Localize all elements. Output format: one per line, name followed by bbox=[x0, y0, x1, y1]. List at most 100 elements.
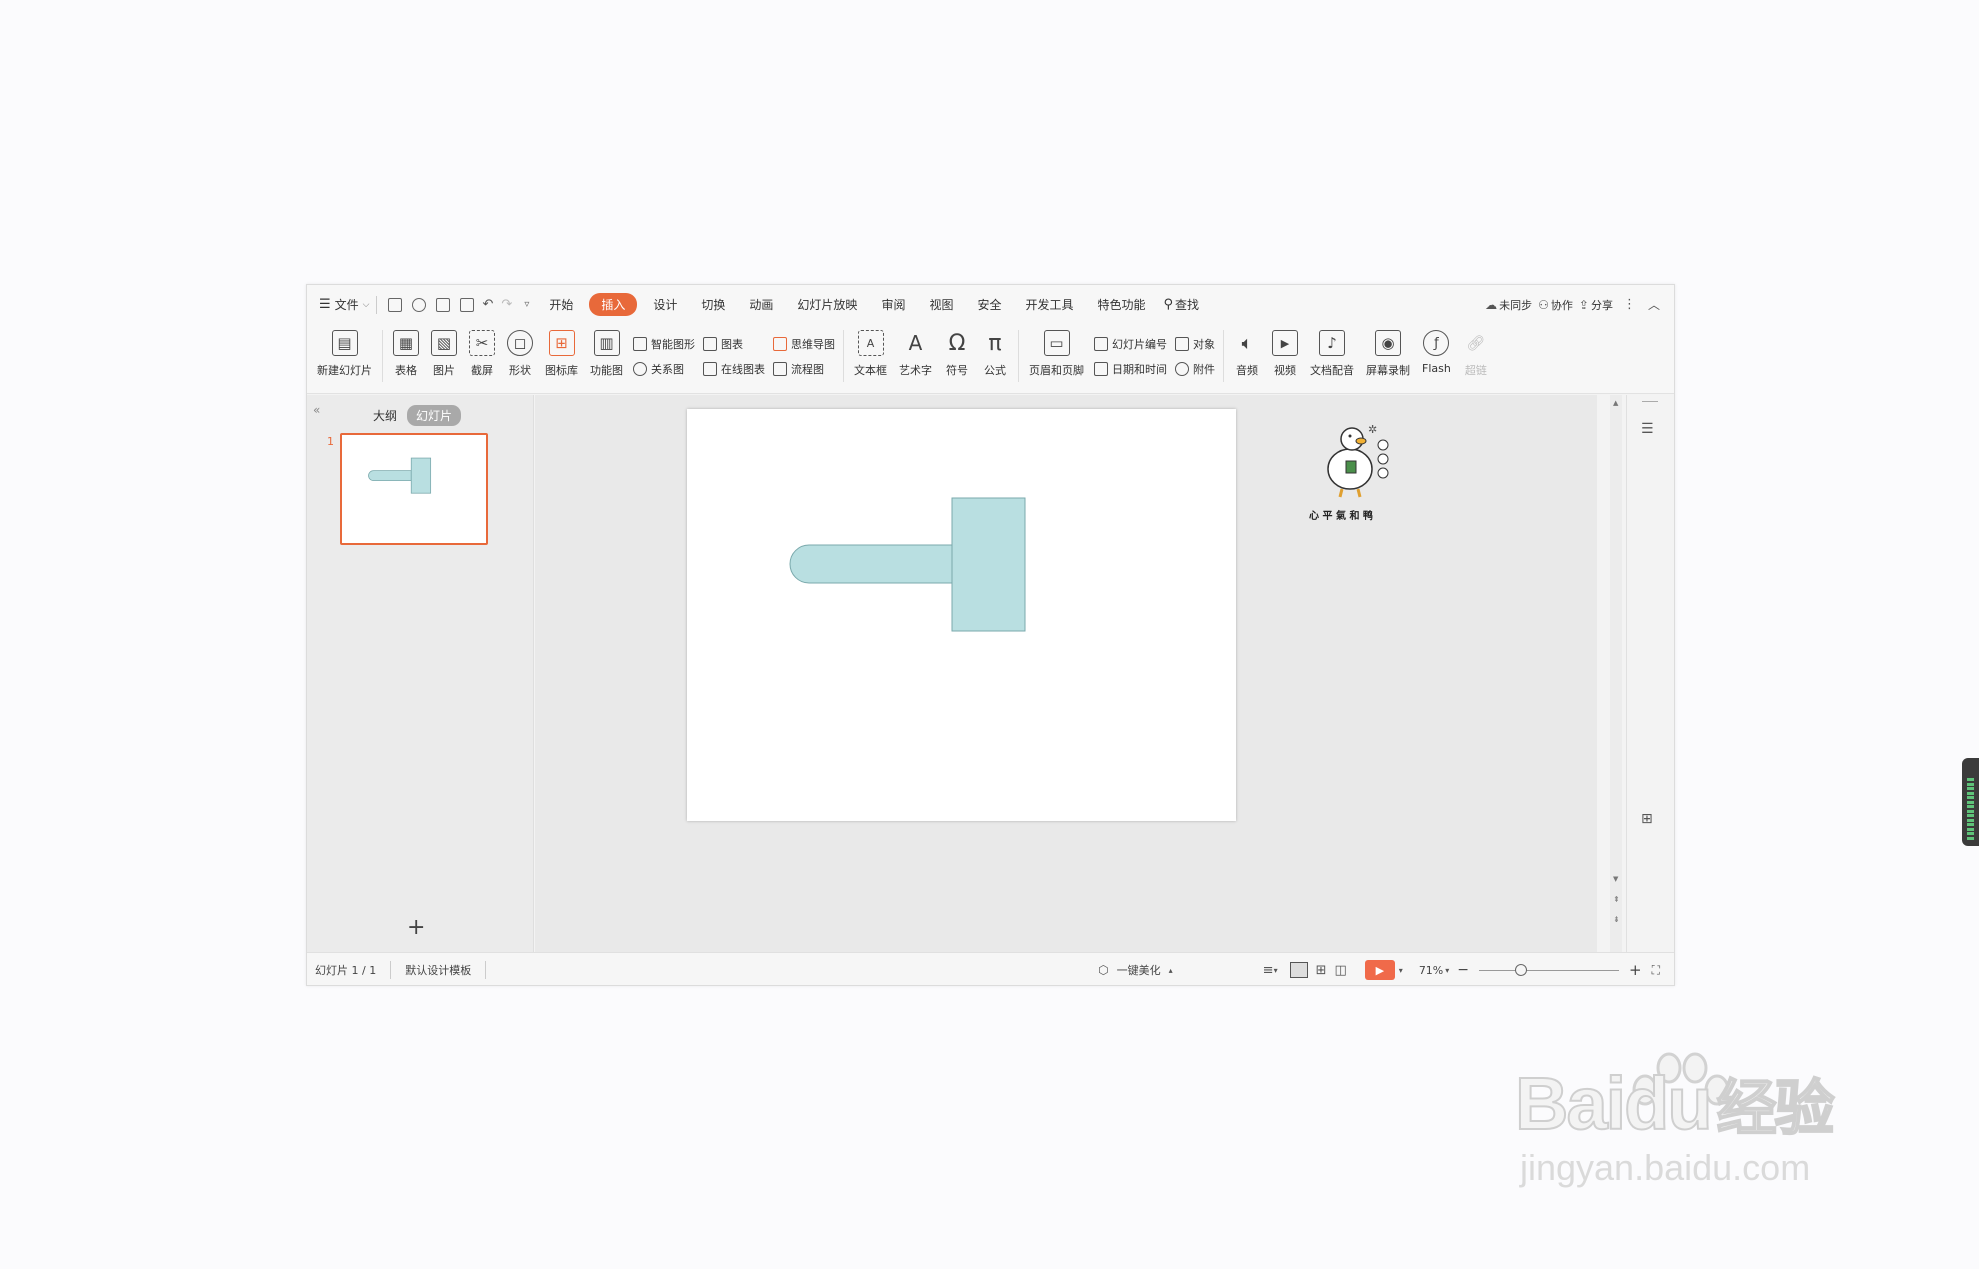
new-slide-button[interactable]: ▤ 新建幻灯片 bbox=[317, 330, 372, 378]
notes-icon[interactable]: ≡ bbox=[1263, 963, 1274, 978]
object-button[interactable]: 对象 bbox=[1175, 336, 1215, 352]
slide-thumbnail[interactable] bbox=[340, 433, 488, 545]
symbol-button[interactable]: Ω 符号 bbox=[944, 330, 970, 378]
attachment-button[interactable]: 附件 bbox=[1175, 361, 1215, 377]
user-icon[interactable]: ⚇ bbox=[1538, 298, 1549, 312]
mindmap-button[interactable]: 思维导图 bbox=[773, 336, 835, 352]
normal-view-icon[interactable] bbox=[1289, 962, 1308, 978]
tab-outline[interactable]: 大纲 bbox=[373, 407, 397, 424]
chevron-down-icon[interactable]: ⌵ bbox=[363, 300, 370, 310]
wordart-button[interactable]: A 艺术字 bbox=[899, 330, 932, 378]
tab-design[interactable]: 设计 bbox=[641, 296, 689, 313]
collapse-pane-icon[interactable]: « bbox=[313, 403, 320, 417]
chevron-down-icon[interactable]: ▾ bbox=[1274, 966, 1278, 975]
edge-widget[interactable] bbox=[1962, 758, 1979, 846]
scroll-down-icon[interactable]: ▼ bbox=[1613, 875, 1618, 883]
header-footer-button[interactable]: ▭ 页眉和页脚 bbox=[1029, 330, 1084, 378]
next-slide-icon[interactable]: ⇟ bbox=[1613, 915, 1620, 924]
slide-count: 幻灯片 1 / 1 bbox=[315, 964, 377, 977]
format-painter-icon[interactable] bbox=[411, 297, 426, 312]
share-button[interactable]: 分享 bbox=[1589, 297, 1623, 313]
tab-transition[interactable]: 切换 bbox=[689, 296, 737, 313]
screenshot-button[interactable]: ✂ 截屏 bbox=[469, 330, 495, 378]
prev-slide-icon[interactable]: ⇞ bbox=[1613, 895, 1620, 904]
tab-insert[interactable]: 插入 bbox=[589, 293, 638, 316]
shape-icon: ◻ bbox=[507, 330, 533, 356]
play-icon[interactable]: ▶ bbox=[1364, 960, 1395, 980]
chevron-down-icon[interactable]: ▾ bbox=[1445, 966, 1449, 975]
zoom-slider-knob[interactable] bbox=[1515, 963, 1528, 976]
formula-button[interactable]: π 公式 bbox=[982, 330, 1008, 378]
print-preview-icon[interactable] bbox=[459, 297, 474, 312]
tab-developer[interactable]: 开发工具 bbox=[1013, 296, 1085, 313]
save-icon[interactable] bbox=[387, 297, 402, 312]
hamburger-icon[interactable]: ☰ bbox=[319, 297, 331, 312]
scroll-up-icon[interactable]: ▲ bbox=[1613, 399, 1618, 407]
search-button[interactable]: 查找 bbox=[1173, 296, 1211, 313]
chevron-down-icon[interactable]: ▾ bbox=[1399, 966, 1403, 975]
icon-library-button[interactable]: ⊞ 图标库 bbox=[545, 330, 578, 378]
tab-animation[interactable]: 动画 bbox=[737, 296, 785, 313]
collab-button[interactable]: 协作 bbox=[1549, 297, 1579, 313]
redo-icon[interactable]: ↷ bbox=[501, 297, 512, 312]
cloud-icon[interactable]: ☁ bbox=[1485, 298, 1497, 312]
screen-record-icon: ◉ bbox=[1375, 330, 1401, 356]
zoom-in-icon[interactable]: + bbox=[1629, 961, 1642, 979]
print-icon[interactable] bbox=[435, 297, 450, 312]
chart-button[interactable]: 图表 bbox=[703, 336, 765, 352]
relation-chart-button[interactable]: 关系图 bbox=[633, 361, 695, 377]
smart-art-label: 智能图形 bbox=[651, 338, 695, 351]
share-icon[interactable]: ⇪ bbox=[1579, 298, 1589, 312]
rectangle-shape[interactable] bbox=[951, 497, 1026, 632]
slide-number-button[interactable]: 幻灯片编号 bbox=[1094, 336, 1167, 352]
tab-slides[interactable]: 幻灯片 bbox=[407, 405, 462, 426]
flash-button[interactable]: ƒ Flash bbox=[1422, 330, 1451, 375]
slide-sorter-icon[interactable]: ⊞ bbox=[1316, 963, 1327, 978]
chevron-up-icon[interactable]: ▴ bbox=[1169, 966, 1173, 975]
vertical-scrollbar[interactable]: ▲ ▼ ⇞ ⇟ bbox=[1610, 395, 1622, 952]
cube-icon[interactable]: ⬡ bbox=[1098, 963, 1108, 977]
table-button[interactable]: ▦ 表格 bbox=[393, 330, 419, 378]
fit-window-icon[interactable]: ⛶ bbox=[1652, 963, 1660, 978]
screenshot-icon: ✂ bbox=[469, 330, 495, 356]
divider bbox=[375, 295, 377, 314]
beautify-button[interactable]: 一键美化 bbox=[1109, 962, 1169, 978]
function-chart-button[interactable]: ▥ 功能图 bbox=[590, 330, 623, 378]
audio-button[interactable]: 🔈︎ 音频 bbox=[1234, 330, 1260, 378]
tab-slideshow[interactable]: 幻灯片放映 bbox=[785, 296, 869, 313]
zoom-slider[interactable] bbox=[1479, 963, 1620, 976]
add-slide-button[interactable]: + bbox=[407, 915, 425, 940]
edge-widget-bar bbox=[1967, 809, 1974, 813]
tab-security[interactable]: 安全 bbox=[965, 296, 1013, 313]
grid-icon[interactable]: ⊞ bbox=[1641, 811, 1653, 827]
zoom-out-icon[interactable]: − bbox=[1457, 962, 1469, 978]
zoom-level[interactable]: 71% bbox=[1417, 964, 1445, 977]
template-name[interactable]: 默认设计模板 bbox=[397, 962, 479, 978]
tab-start[interactable]: 开始 bbox=[537, 296, 585, 313]
reading-view-icon[interactable]: ◫ bbox=[1335, 963, 1347, 978]
tab-view[interactable]: 视图 bbox=[917, 296, 965, 313]
video-button[interactable]: ▶ 视频 bbox=[1272, 330, 1298, 378]
tab-review[interactable]: 审阅 bbox=[869, 296, 917, 313]
more-icon[interactable]: ⋮ bbox=[1623, 297, 1636, 312]
picture-button[interactable]: ▧ 图片 bbox=[431, 330, 457, 378]
undo-icon[interactable]: ↶ bbox=[483, 297, 494, 312]
online-chart-button[interactable]: 在线图表 bbox=[703, 361, 765, 377]
flowchart-button[interactable]: 流程图 bbox=[773, 361, 835, 377]
datetime-button[interactable]: 日期和时间 bbox=[1094, 361, 1167, 377]
search-icon[interactable]: ⚲ bbox=[1164, 297, 1174, 312]
tab-special[interactable]: 特色功能 bbox=[1086, 296, 1158, 313]
rounded-bar-shape[interactable] bbox=[789, 544, 953, 584]
duck-sticker: ✲ 心 平 氣 和 鸭 bbox=[1309, 421, 1390, 522]
shape-button[interactable]: ◻ 形状 bbox=[507, 330, 533, 378]
customize-toolbar-icon[interactable]: ▿ bbox=[524, 299, 529, 310]
collapse-ribbon-icon[interactable]: ︿ bbox=[1648, 296, 1660, 313]
settings-sliders-icon[interactable]: ☰ bbox=[1641, 421, 1654, 437]
sync-status[interactable]: 未同步 bbox=[1497, 297, 1538, 313]
smart-art-button[interactable]: 智能图形 bbox=[633, 336, 695, 352]
slide-canvas[interactable] bbox=[687, 409, 1236, 821]
textbox-button[interactable]: A 文本框 bbox=[854, 330, 887, 378]
screen-record-button[interactable]: ◉ 屏幕录制 bbox=[1366, 330, 1410, 378]
hyperlink-button[interactable]: 🔗︎ 超链 bbox=[1463, 330, 1489, 378]
doc-voice-button[interactable]: ♪ 文档配音 bbox=[1310, 330, 1354, 378]
